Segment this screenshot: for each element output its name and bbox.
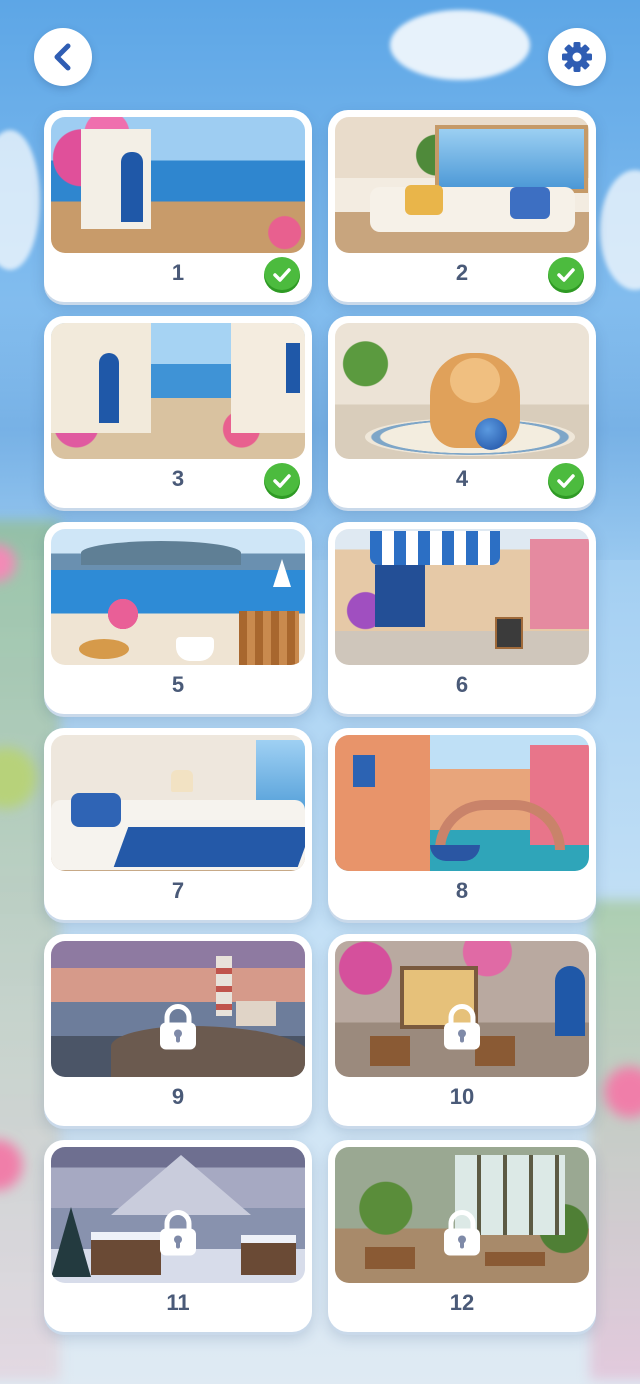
level-card-7[interactable]: 7	[44, 728, 312, 920]
completed-check-icon	[264, 257, 300, 293]
level-thumbnail	[335, 529, 589, 665]
level-card-4[interactable]: 4	[328, 316, 596, 508]
level-card-5[interactable]: 5	[44, 522, 312, 714]
lock-icon	[440, 1004, 484, 1057]
level-thumbnail	[335, 323, 589, 459]
level-thumbnail	[335, 117, 589, 253]
back-button[interactable]	[34, 28, 92, 86]
level-card-11[interactable]: 11	[44, 1140, 312, 1332]
level-thumbnail	[51, 529, 305, 665]
level-card-3[interactable]: 3	[44, 316, 312, 508]
completed-check-icon	[548, 463, 584, 499]
level-card-9[interactable]: 9	[44, 934, 312, 1126]
level-number: 7	[171, 878, 185, 903]
level-number: 8	[455, 878, 469, 903]
lock-icon	[440, 1210, 484, 1263]
level-number: 11	[166, 1290, 190, 1315]
level-number: 5	[171, 672, 185, 697]
completed-check-icon	[264, 463, 300, 499]
level-thumbnail	[51, 323, 305, 459]
level-thumbnail	[51, 735, 305, 871]
completed-check-icon	[548, 257, 584, 293]
level-number: 12	[449, 1290, 475, 1315]
level-thumbnail	[51, 117, 305, 253]
level-card-6[interactable]: 6	[328, 522, 596, 714]
gear-icon	[562, 42, 592, 72]
level-number: 6	[455, 672, 469, 697]
level-card-1[interactable]: 1	[44, 110, 312, 302]
level-number: 9	[171, 1084, 185, 1109]
lock-icon	[156, 1004, 200, 1057]
level-number: 10	[449, 1084, 475, 1109]
level-card-8[interactable]: 8	[328, 728, 596, 920]
level-thumbnail	[335, 735, 589, 871]
level-card-10[interactable]: 10	[328, 934, 596, 1126]
settings-button[interactable]	[548, 28, 606, 86]
level-card-12[interactable]: 12	[328, 1140, 596, 1332]
level-card-2[interactable]: 2	[328, 110, 596, 302]
lock-icon	[156, 1210, 200, 1263]
chevron-left-icon	[54, 43, 71, 71]
